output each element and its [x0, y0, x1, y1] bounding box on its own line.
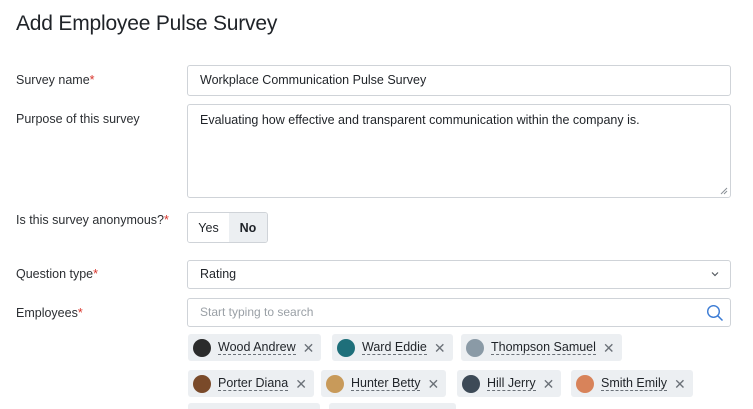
- anonymous-toggle: Yes No: [187, 212, 268, 243]
- required-mark: *: [93, 267, 99, 281]
- chevron-down-icon: [711, 272, 719, 277]
- anonymous-no-button[interactable]: No: [229, 213, 267, 242]
- employee-tag-partial: [329, 403, 456, 409]
- required-mark: *: [89, 73, 95, 87]
- question-type-select[interactable]: Rating: [187, 260, 731, 289]
- required-mark: *: [164, 213, 169, 227]
- close-icon[interactable]: ✕: [434, 341, 446, 355]
- avatar: [462, 374, 480, 393]
- close-icon[interactable]: ✕: [674, 377, 686, 391]
- employee-name[interactable]: Thompson Samuel: [491, 340, 596, 355]
- close-icon[interactable]: ✕: [427, 377, 439, 391]
- employee-tag[interactable]: Thompson Samuel ✕: [461, 334, 622, 361]
- employee-name[interactable]: Ward Eddie: [362, 340, 427, 355]
- employee-tag[interactable]: Hunter Betty ✕: [321, 370, 447, 397]
- avatar: [466, 338, 484, 357]
- page-title: Add Employee Pulse Survey: [16, 12, 278, 35]
- avatar: [337, 338, 355, 357]
- anonymous-yes-button[interactable]: Yes: [188, 213, 229, 242]
- question-type-value: Rating: [200, 267, 237, 281]
- survey-name-label: Survey name*: [16, 73, 95, 87]
- close-icon[interactable]: ✕: [543, 377, 555, 391]
- resize-grip-icon[interactable]: [719, 186, 728, 195]
- employee-name[interactable]: Hunter Betty: [351, 376, 421, 391]
- close-icon[interactable]: ✕: [303, 341, 315, 355]
- employee-name[interactable]: Hill Jerry: [487, 376, 536, 391]
- purpose-label: Purpose of this survey: [16, 112, 140, 126]
- avatar: [326, 374, 344, 393]
- purpose-text: Evaluating how effective and transparent…: [200, 113, 640, 127]
- avatar: [193, 338, 211, 357]
- close-icon[interactable]: ✕: [295, 377, 307, 391]
- purpose-textarea[interactable]: Evaluating how effective and transparent…: [187, 104, 731, 198]
- avatar: [576, 374, 594, 393]
- employee-search-input[interactable]: Start typing to search: [187, 298, 731, 327]
- employee-name[interactable]: Wood Andrew: [218, 340, 296, 355]
- avatar: [193, 374, 211, 393]
- employee-name[interactable]: Smith Emily: [601, 376, 667, 391]
- question-type-label: Question type*: [16, 267, 99, 281]
- employee-search-placeholder: Start typing to search: [200, 305, 314, 319]
- employee-tag[interactable]: Ward Eddie ✕: [332, 334, 453, 361]
- search-icon[interactable]: [706, 304, 724, 322]
- employees-label: Employees*: [16, 306, 83, 320]
- employee-tag-partial: [188, 403, 320, 409]
- close-icon[interactable]: ✕: [603, 341, 615, 355]
- anonymous-label: Is this survey anonymous?*: [16, 213, 169, 227]
- employee-tag[interactable]: Porter Diana ✕: [188, 370, 314, 397]
- employee-tag[interactable]: Smith Emily ✕: [571, 370, 693, 397]
- employee-tag[interactable]: Hill Jerry ✕: [457, 370, 562, 397]
- employee-tag[interactable]: Wood Andrew ✕: [188, 334, 322, 361]
- survey-name-input[interactable]: Workplace Communication Pulse Survey: [187, 65, 731, 96]
- employee-name[interactable]: Porter Diana: [218, 376, 289, 391]
- required-mark: *: [77, 306, 83, 320]
